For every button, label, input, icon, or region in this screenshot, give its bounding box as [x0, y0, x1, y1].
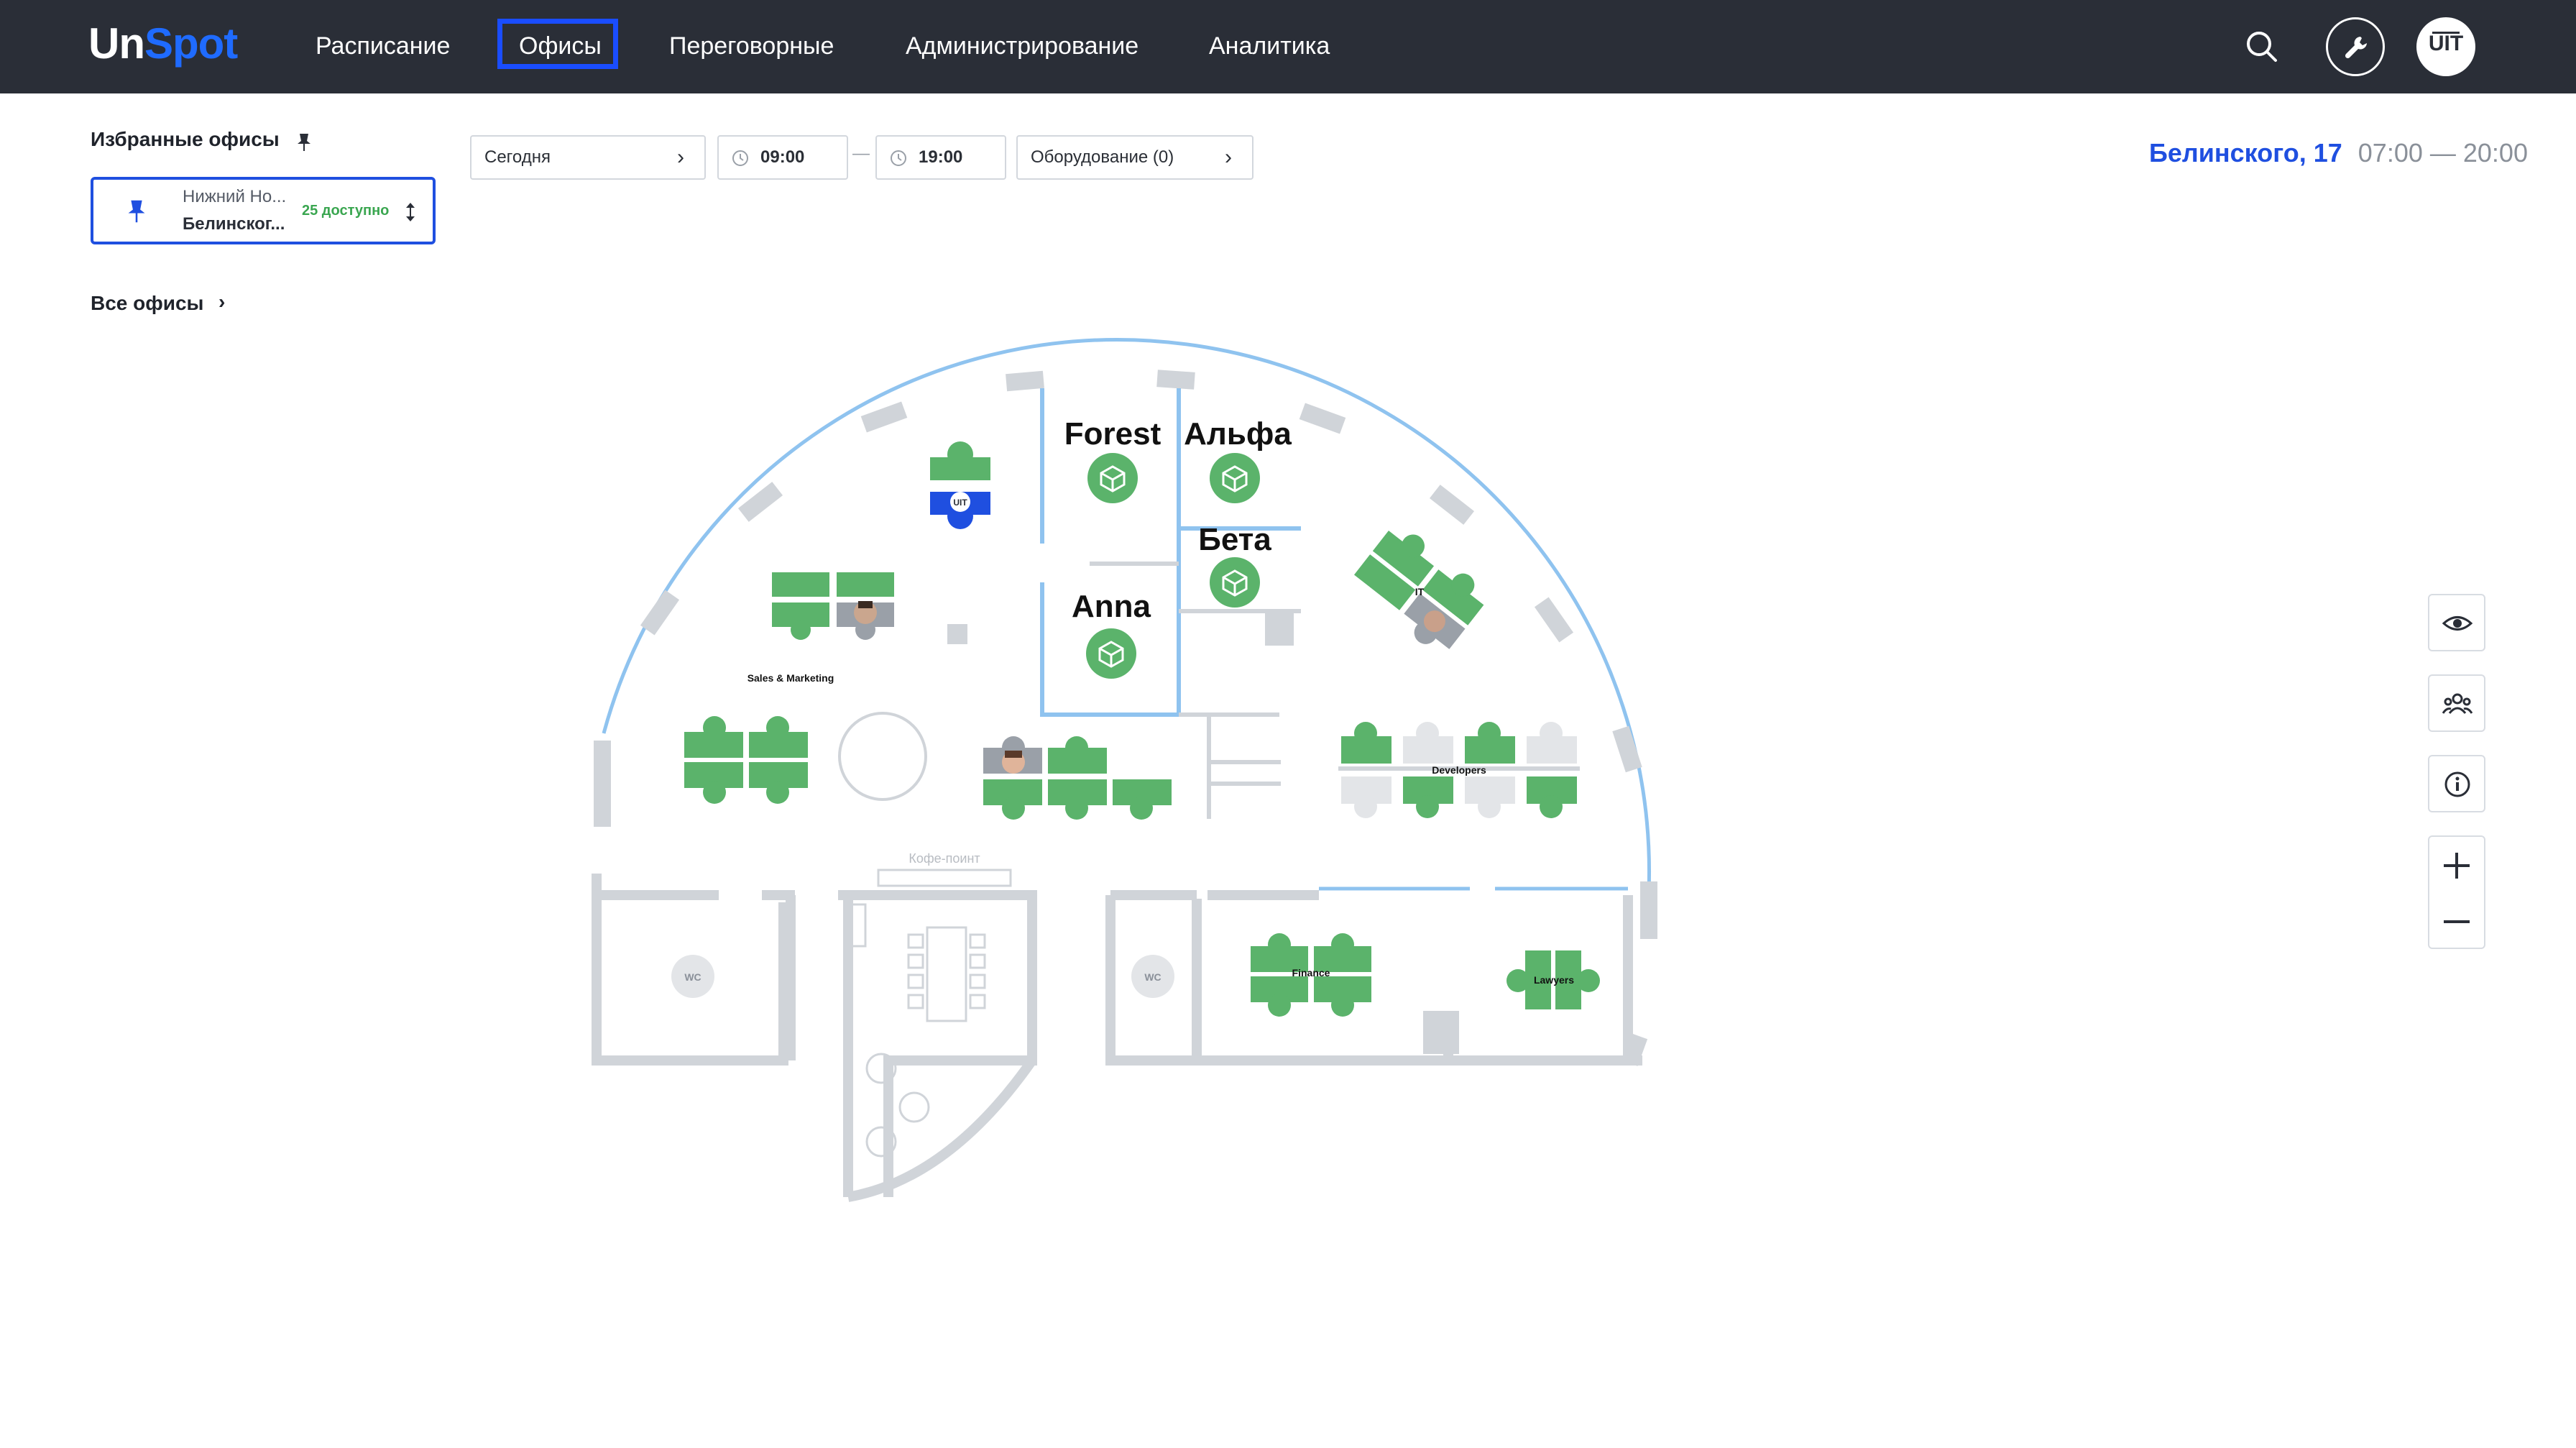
desk-user-label: UIT — [953, 498, 967, 508]
wc-label: WC — [684, 971, 701, 983]
zone-label-it: IT — [1415, 586, 1425, 597]
wc-label: WC — [1144, 971, 1161, 983]
room-label-beta: Бета — [1198, 522, 1271, 557]
zone-label-sales-marketing: Sales & Marketing — [748, 672, 834, 684]
coffee-counter — [877, 869, 1012, 887]
zone-label-developers: Developers — [1432, 764, 1486, 776]
column — [947, 624, 967, 644]
desk-booked-user[interactable]: UIT — [930, 441, 990, 529]
wall-pillar — [1423, 1011, 1459, 1054]
interior-walls — [592, 874, 1642, 1197]
wc-room-left: WC — [671, 955, 714, 998]
room-anna[interactable]: Anna — [1072, 589, 1151, 679]
room-label-alpha: Альфа — [1184, 416, 1292, 452]
desk-cluster-west[interactable] — [684, 716, 808, 804]
desk-cluster-sales-marketing[interactable]: Sales & Marketing — [748, 572, 894, 684]
floor-plan-map[interactable]: Forest Альфа Бета Anna UIT Sales & Marke… — [0, 0, 2576, 1448]
wc-room-right: WC — [1131, 955, 1174, 998]
coffee-point-label: Кофе-поинт — [908, 851, 980, 866]
desk-cluster-finance[interactable]: Finance — [1251, 933, 1371, 1017]
room-alpha[interactable]: Альфа — [1184, 416, 1292, 503]
round-table — [838, 712, 927, 801]
zone-label-lawyers: Lawyers — [1534, 974, 1574, 986]
desk-cluster-developers[interactable]: Developers — [1338, 722, 1580, 818]
room-beta[interactable]: Бета — [1198, 522, 1271, 608]
column — [1265, 610, 1294, 646]
zone-label-finance: Finance — [1292, 967, 1330, 979]
room-label-forest: Forest — [1064, 416, 1162, 452]
room-label-anna: Anna — [1072, 589, 1151, 624]
desk-cluster-center[interactable] — [983, 736, 1172, 820]
desk-cluster-lawyers[interactable]: Lawyers — [1506, 950, 1600, 1009]
room-forest[interactable]: Forest — [1064, 416, 1162, 503]
